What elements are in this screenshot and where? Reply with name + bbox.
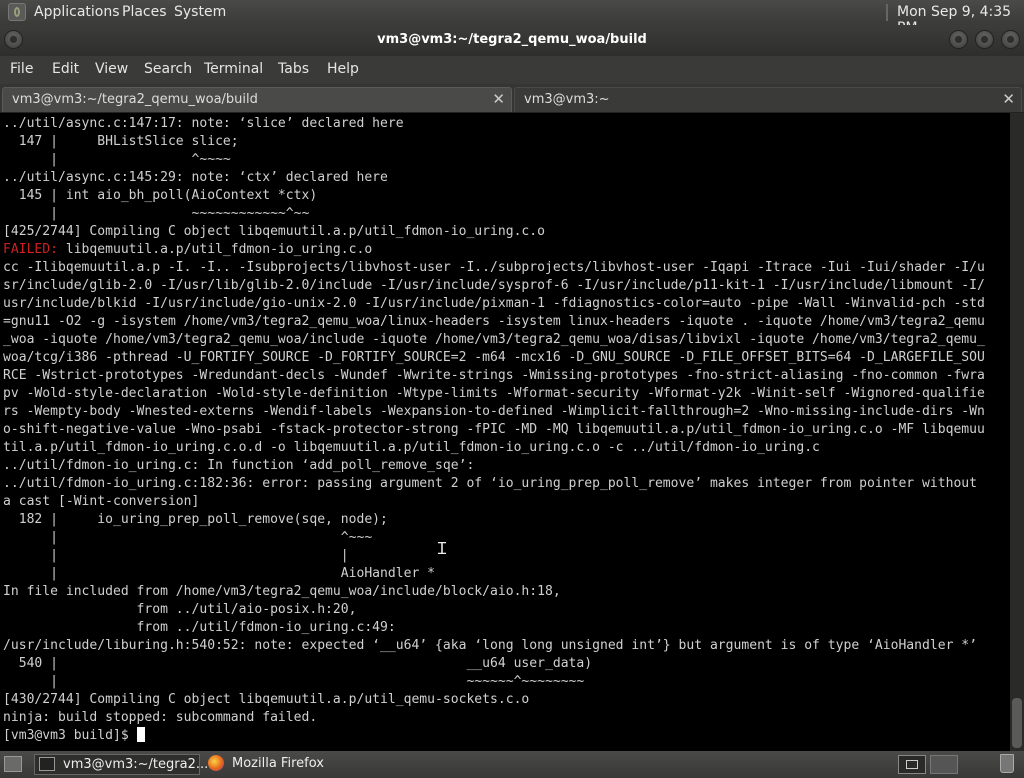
terminal-line: rs -Wempty-body -Wnested-externs -Wendif… [3,404,985,419]
terminal-line: from ../util/aio-posix.h:20, [3,602,357,617]
trash-icon[interactable] [1000,754,1014,773]
terminal-line: _woa -iquote /home/vm3/tegra2_qemu_woa/i… [3,332,985,347]
terminal-line: ../util/async.c:147:17: note: ‘slice’ de… [3,116,404,131]
terminal-line: o-shift-negative-value -Wno-psabi -fstac… [3,422,985,437]
terminal-line: 540 | __u64 user_data) [3,656,593,671]
shell-prompt: [vm3@vm3 build]$ [3,728,137,743]
menu-view[interactable]: View [95,61,128,77]
window-titlebar[interactable]: vm3@vm3:~/tegra2_qemu_woa/build [0,25,1024,56]
top-panel: Applications Places System Mon Sep 9, 4:… [0,0,1024,36]
taskbar-item-terminal[interactable]: vm3@vm3:~/tegra2... [34,754,208,775]
terminal-line: ../util/fdmon-io_uring.c:182:36: error: … [3,476,978,491]
task-label: vm3@vm3:~/tegra2... [63,757,209,772]
terminal-line: pv -Wold-style-declaration -Wold-style-d… [3,386,985,401]
text-cursor-icon: Ｉ [434,539,451,558]
tab-label: vm3@vm3:~ [524,92,610,107]
workspace-1-icon[interactable] [898,755,926,774]
close-tab-icon[interactable]: ✕ [492,90,505,108]
terminal-line: sr/include/glib-2.0 -I/usr/lib/glib-2.0/… [3,278,985,293]
foot-icon[interactable] [8,3,26,21]
close-window-button[interactable] [1001,30,1020,49]
bottom-panel: vm3@vm3:~/tegra2... Mozilla Firefox [0,751,1024,778]
terminal-icon [39,757,55,771]
window-title: vm3@vm3:~/tegra2_qemu_woa/build [377,32,647,47]
terminal-line: cc -Ilibqemuutil.a.p -I. -I.. -Isubproje… [3,260,985,275]
menu-edit[interactable]: Edit [52,61,79,77]
menu-search[interactable]: Search [144,61,192,77]
taskbar-item-firefox[interactable]: Mozilla Firefox [204,754,394,775]
scrollbar-thumb[interactable] [1012,698,1022,748]
terminal-line: | ^~~~~ [3,152,231,167]
terminal-line: [vm3@vm3 build]$ [3,727,985,745]
minimize-button[interactable] [949,30,968,49]
terminal-line: usr/include/blkid -I/usr/include/gio-uni… [3,296,985,311]
terminal-line: | ~~~~~~~~~~~~^~~ [3,206,310,221]
terminal-lines: ../util/async.c:147:17: note: ‘slice’ de… [3,115,985,745]
show-desktop-icon[interactable] [4,756,22,772]
terminal-line: [430/2744] Compiling C object libqemuuti… [3,692,530,707]
terminal-line: =gnu11 -O2 -g -isystem /home/vm3/tegra2_… [3,314,985,329]
terminal-line: 182 | io_uring_prep_poll_remove(sqe, nod… [3,512,388,527]
terminal-line: | ~~~~~~^~~~~~~~~ [3,674,585,689]
menubar: File Edit View Search Terminal Tabs Help [0,56,1024,84]
task-label: Mozilla Firefox [232,756,324,771]
failed-target: libqemuutil.a.p/util_fdmon-io_uring.c.o [57,242,373,257]
menu-file[interactable]: File [10,61,33,77]
workspace-2-icon[interactable] [930,755,958,774]
terminal-line: | AioHandler * [3,566,436,581]
terminal-line: /usr/include/liburing.h:540:52: note: ex… [3,638,978,653]
applications-menu[interactable]: Applications [34,4,120,20]
terminal-line: til.a.p/util_fdmon-io_uring.c.o.d -o lib… [3,440,820,455]
terminal-line: woa/tcg/i386 -pthread -U_FORTIFY_SOURCE … [3,350,985,365]
firefox-icon [208,755,224,771]
tab-label: vm3@vm3:~/tegra2_qemu_woa/build [12,92,258,107]
terminal-line: [425/2744] Compiling C object libqemuuti… [3,224,545,239]
terminal-line: ../util/fdmon-io_uring.c: In function ‘a… [3,458,475,473]
panel-separator [886,4,888,21]
terminal-line: ../util/async.c:145:29: note: ‘ctx’ decl… [3,170,388,185]
terminal-scrollbar[interactable] [1010,113,1024,751]
terminal-line: FAILED: libqemuutil.a.p/util_fdmon-io_ur… [3,241,985,259]
system-menu[interactable]: System [174,4,226,20]
maximize-button[interactable] [975,30,994,49]
terminal-line: | | [3,548,349,563]
terminal-output[interactable]: ../util/async.c:147:17: note: ‘slice’ de… [0,113,1010,751]
tab-home[interactable]: vm3@vm3:~ ✕ [514,87,1022,112]
tab-build[interactable]: vm3@vm3:~/tegra2_qemu_woa/build ✕ [2,87,512,112]
terminal-cursor [136,727,145,742]
menu-tabs[interactable]: Tabs [278,61,309,77]
places-menu[interactable]: Places [122,4,167,20]
failed-label: FAILED: [3,242,58,257]
menu-help[interactable]: Help [327,61,359,77]
close-tab-icon[interactable]: ✕ [1002,90,1015,108]
terminal-line: 147 | BHListSlice slice; [3,134,239,149]
terminal-line: 145 | int aio_bh_poll(AioContext *ctx) [3,188,318,203]
terminal-line: In file included from /home/vm3/tegra2_q… [3,584,561,599]
terminal-line: ninja: build stopped: subcommand failed. [3,710,318,725]
menu-terminal[interactable]: Terminal [204,61,263,77]
terminal-line: RCE -Wstrict-prototypes -Wredundant-decl… [3,368,985,383]
tab-bar: vm3@vm3:~/tegra2_qemu_woa/build ✕ vm3@vm… [0,84,1024,113]
terminal-line: | ^~~~ [3,530,373,545]
terminal-line: from ../util/fdmon-io_uring.c:49: [3,620,396,635]
terminal-line: a cast [-Wint-conversion] [3,494,200,509]
